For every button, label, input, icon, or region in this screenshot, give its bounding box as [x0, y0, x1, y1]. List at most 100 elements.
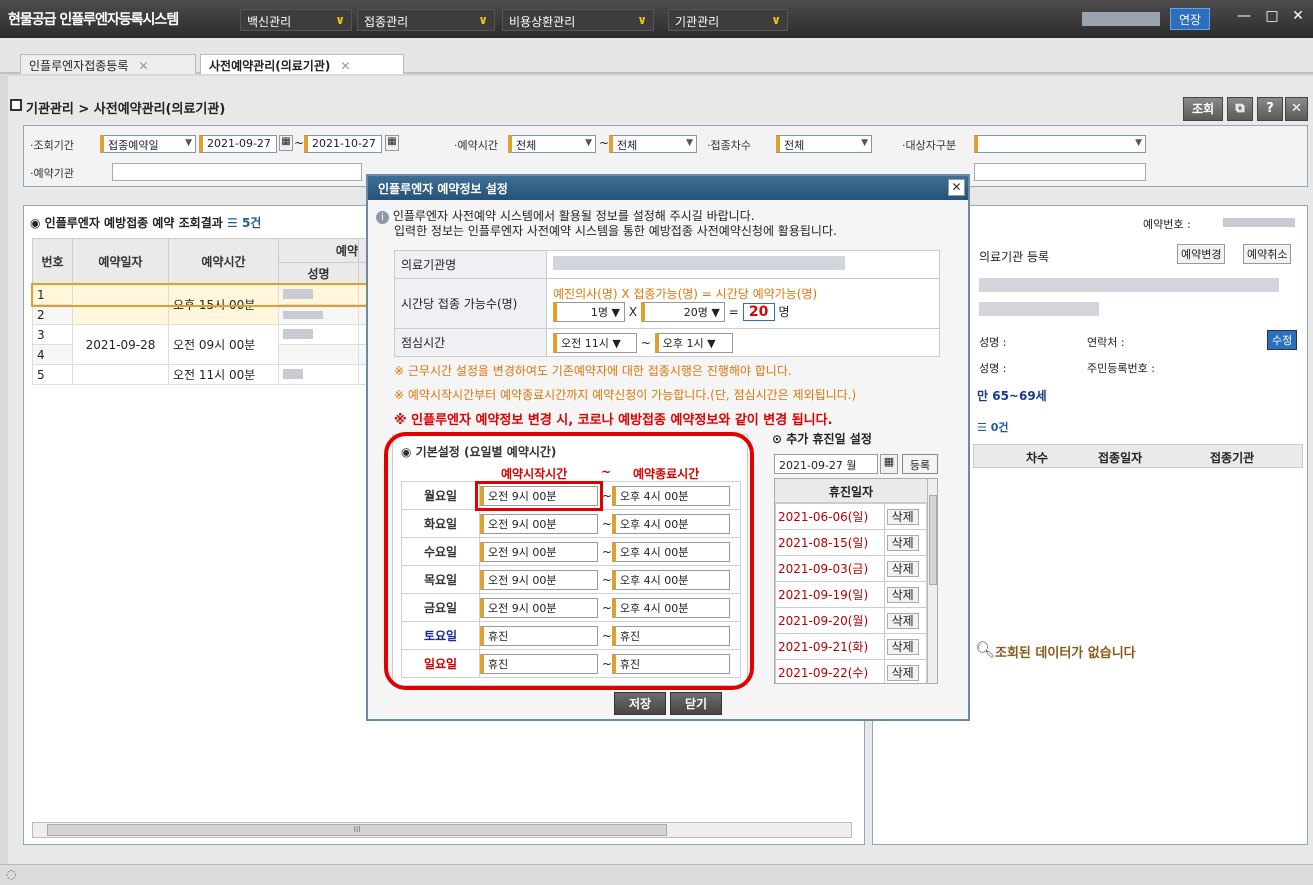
history-count-wrap: ☰ 0건	[977, 421, 1009, 434]
info-line-1: 인플루엔자 사전예약 시스템에서 활용될 정보를 설정해 주시길 바랍니다.	[392, 209, 755, 223]
calendar-icon[interactable]: ▦	[279, 135, 293, 151]
menu-reimbursement[interactable]: 비용상환관리 ∨	[502, 9, 654, 31]
holiday-list: 휴진일자 2021-06-06(일) 삭제 2021-08-15(일) 삭제 202…	[774, 478, 938, 684]
close-icon[interactable]: ✕	[138, 59, 148, 73]
extend-session-button[interactable]: 연장	[1170, 8, 1210, 30]
calendar-icon[interactable]: ▦	[385, 135, 399, 151]
search-button[interactable]: 조회	[1183, 97, 1223, 121]
age-group: 만 65~69세	[977, 389, 1047, 403]
org-name-label: 의료기관명	[394, 250, 547, 279]
blurred-org-name	[553, 256, 845, 270]
total-capacity: 20	[742, 303, 775, 321]
row-no: 2	[32, 304, 73, 325]
close-button[interactable]: ✕	[1286, 8, 1310, 30]
holiday-title: 추가 휴진일 설정	[786, 432, 872, 446]
per-doctor-select[interactable]: 20명 ▼	[640, 302, 725, 322]
row-name	[278, 304, 359, 325]
tilde-label: ~	[599, 136, 610, 150]
delete-button[interactable]: 삭제	[886, 561, 919, 577]
change-reservation-button[interactable]: 예약변경	[1177, 244, 1226, 264]
row-no: 3	[32, 324, 73, 345]
date-from-input[interactable]: 2021-09-27	[199, 135, 277, 153]
blurred-name	[283, 368, 303, 379]
close-icon[interactable]: ✕	[948, 179, 965, 196]
delete-button[interactable]: 삭제	[886, 613, 919, 629]
tilde-label: ~	[640, 335, 651, 350]
user-info-blurred	[1082, 12, 1160, 26]
lunch-to-select[interactable]: 오후 1시 ▼	[654, 332, 733, 353]
col-name: 성명	[278, 262, 359, 285]
name-label: 성명 :	[979, 336, 1007, 349]
chat-icon[interactable]: ◌	[6, 867, 16, 881]
list-item: 2021-09-20(월) 삭제	[775, 607, 928, 634]
time-from-value: 전체	[516, 139, 537, 152]
delete-button[interactable]: 삭제	[886, 587, 919, 603]
col-vdate: 접종일자	[1098, 451, 1143, 465]
holiday-date-input[interactable]: 2021-09-27 월	[774, 454, 878, 474]
breadcrumb-icon	[10, 99, 22, 111]
menu-vaccination[interactable]: 접종관리 ∨	[357, 9, 495, 31]
close-icon[interactable]: ✕	[340, 59, 350, 73]
register-holiday-button[interactable]: 등록	[902, 454, 938, 474]
delete-button[interactable]: 삭제	[886, 535, 919, 551]
blurred-address	[979, 278, 1279, 292]
dropdown-icon: ▼	[585, 138, 592, 148]
scrollbar-thumb[interactable]	[929, 495, 937, 585]
delete-button[interactable]: 삭제	[886, 665, 919, 681]
menu-org[interactable]: 기관관리 ∨	[668, 9, 788, 31]
extra-input[interactable]	[974, 163, 1146, 181]
minimize-button[interactable]: —	[1232, 8, 1256, 30]
row-time: 오전 09시 00분	[168, 324, 279, 365]
tab-label: 인플루엔자접종등록	[29, 59, 129, 73]
cancel-reservation-button[interactable]: 예약취소	[1243, 244, 1292, 264]
doctors-select[interactable]: 1명 ▼	[553, 302, 625, 322]
col-dose: 차수	[1026, 451, 1049, 465]
info-line-2: 입력한 정보는 인플루엔자 사전예약 시스템을 통한 예방접종 사전예약신청에 …	[394, 224, 837, 238]
edit-button[interactable]: 수정	[1267, 330, 1298, 350]
col-vorg: 접종기관	[1210, 451, 1255, 465]
note-3: ※ 인플루엔자 예약정보 변경 시, 코로나 예방접종 예약정보와 같이 변경 …	[394, 413, 833, 428]
vertical-scrollbar[interactable]	[927, 479, 937, 683]
target-select[interactable]: ▼	[974, 135, 1146, 153]
calendar-icon[interactable]: ▦	[880, 454, 898, 474]
delete-button[interactable]: 삭제	[886, 509, 919, 525]
lunch-from-select[interactable]: 오전 11시 ▼	[553, 332, 637, 353]
tab-reservation-manage[interactable]: 사전예약관리(의료기관) ✕	[200, 54, 404, 74]
dose-select[interactable]: 전체 ▼	[776, 135, 872, 153]
holiday-date: 2021-06-06(일)	[775, 503, 885, 530]
maximize-button[interactable]: □	[1260, 8, 1284, 30]
period-type-select[interactable]: 접종예약일 ▼	[100, 135, 196, 153]
org-input[interactable]	[112, 163, 362, 181]
close-icon[interactable]: ✕	[1285, 97, 1308, 121]
dropdown-icon: ▼	[185, 138, 192, 148]
holiday-table: 2021-06-06(일) 삭제 2021-08-15(일) 삭제 2021-09-…	[775, 503, 928, 683]
horizontal-scrollbar[interactable]: III	[32, 822, 852, 838]
col-no: 번호	[32, 238, 73, 285]
tab-vaccination-register[interactable]: 인플루엔자접종등록 ✕	[20, 54, 196, 74]
help-icon[interactable]: ?	[1257, 97, 1283, 121]
menu-vaccine[interactable]: 백신관리 ∨	[240, 9, 352, 31]
rrn-label: 주민등록번호 :	[1087, 362, 1155, 375]
holiday-date: 2021-09-22(수)	[775, 659, 885, 683]
chevron-down-icon: ∨	[637, 13, 647, 27]
close-dialog-button[interactable]: 닫기	[670, 692, 722, 715]
capacity-formula: 예진의사(명) X 접종가능(명) = 시간당 예약가능(명)	[553, 287, 818, 301]
row-time: 오전 11시 00분	[168, 364, 279, 385]
popup-icon[interactable]: ⧉	[1227, 97, 1253, 121]
delete-button[interactable]: 삭제	[886, 639, 919, 655]
list-item: 2021-09-21(화) 삭제	[775, 633, 928, 660]
time-to-select[interactable]: 전체 ▼	[609, 135, 697, 153]
date-to-input[interactable]: 2021-10-27	[304, 135, 382, 153]
note-2: ※ 예약시작시간부터 예약종료시간까지 예약신청이 가능합니다.(단, 점심시간…	[394, 388, 857, 402]
scrollbar-thumb[interactable]: III	[47, 824, 667, 836]
capacity-label: 시간당 접종 가능수(명)	[394, 278, 547, 329]
dropdown-icon: ▼	[861, 138, 868, 148]
save-button[interactable]: 저장	[614, 692, 666, 715]
menu-label: 비용상환관리	[509, 15, 576, 29]
times-sign: X	[628, 305, 638, 319]
lunch-to-value: 오후 1시	[662, 336, 704, 350]
holiday-date: 2021-09-20(월)	[775, 607, 885, 634]
chevron-down-icon: ∨	[771, 13, 781, 27]
time-from-select[interactable]: 전체 ▼	[508, 135, 596, 153]
tilde-label: ~	[294, 136, 305, 150]
